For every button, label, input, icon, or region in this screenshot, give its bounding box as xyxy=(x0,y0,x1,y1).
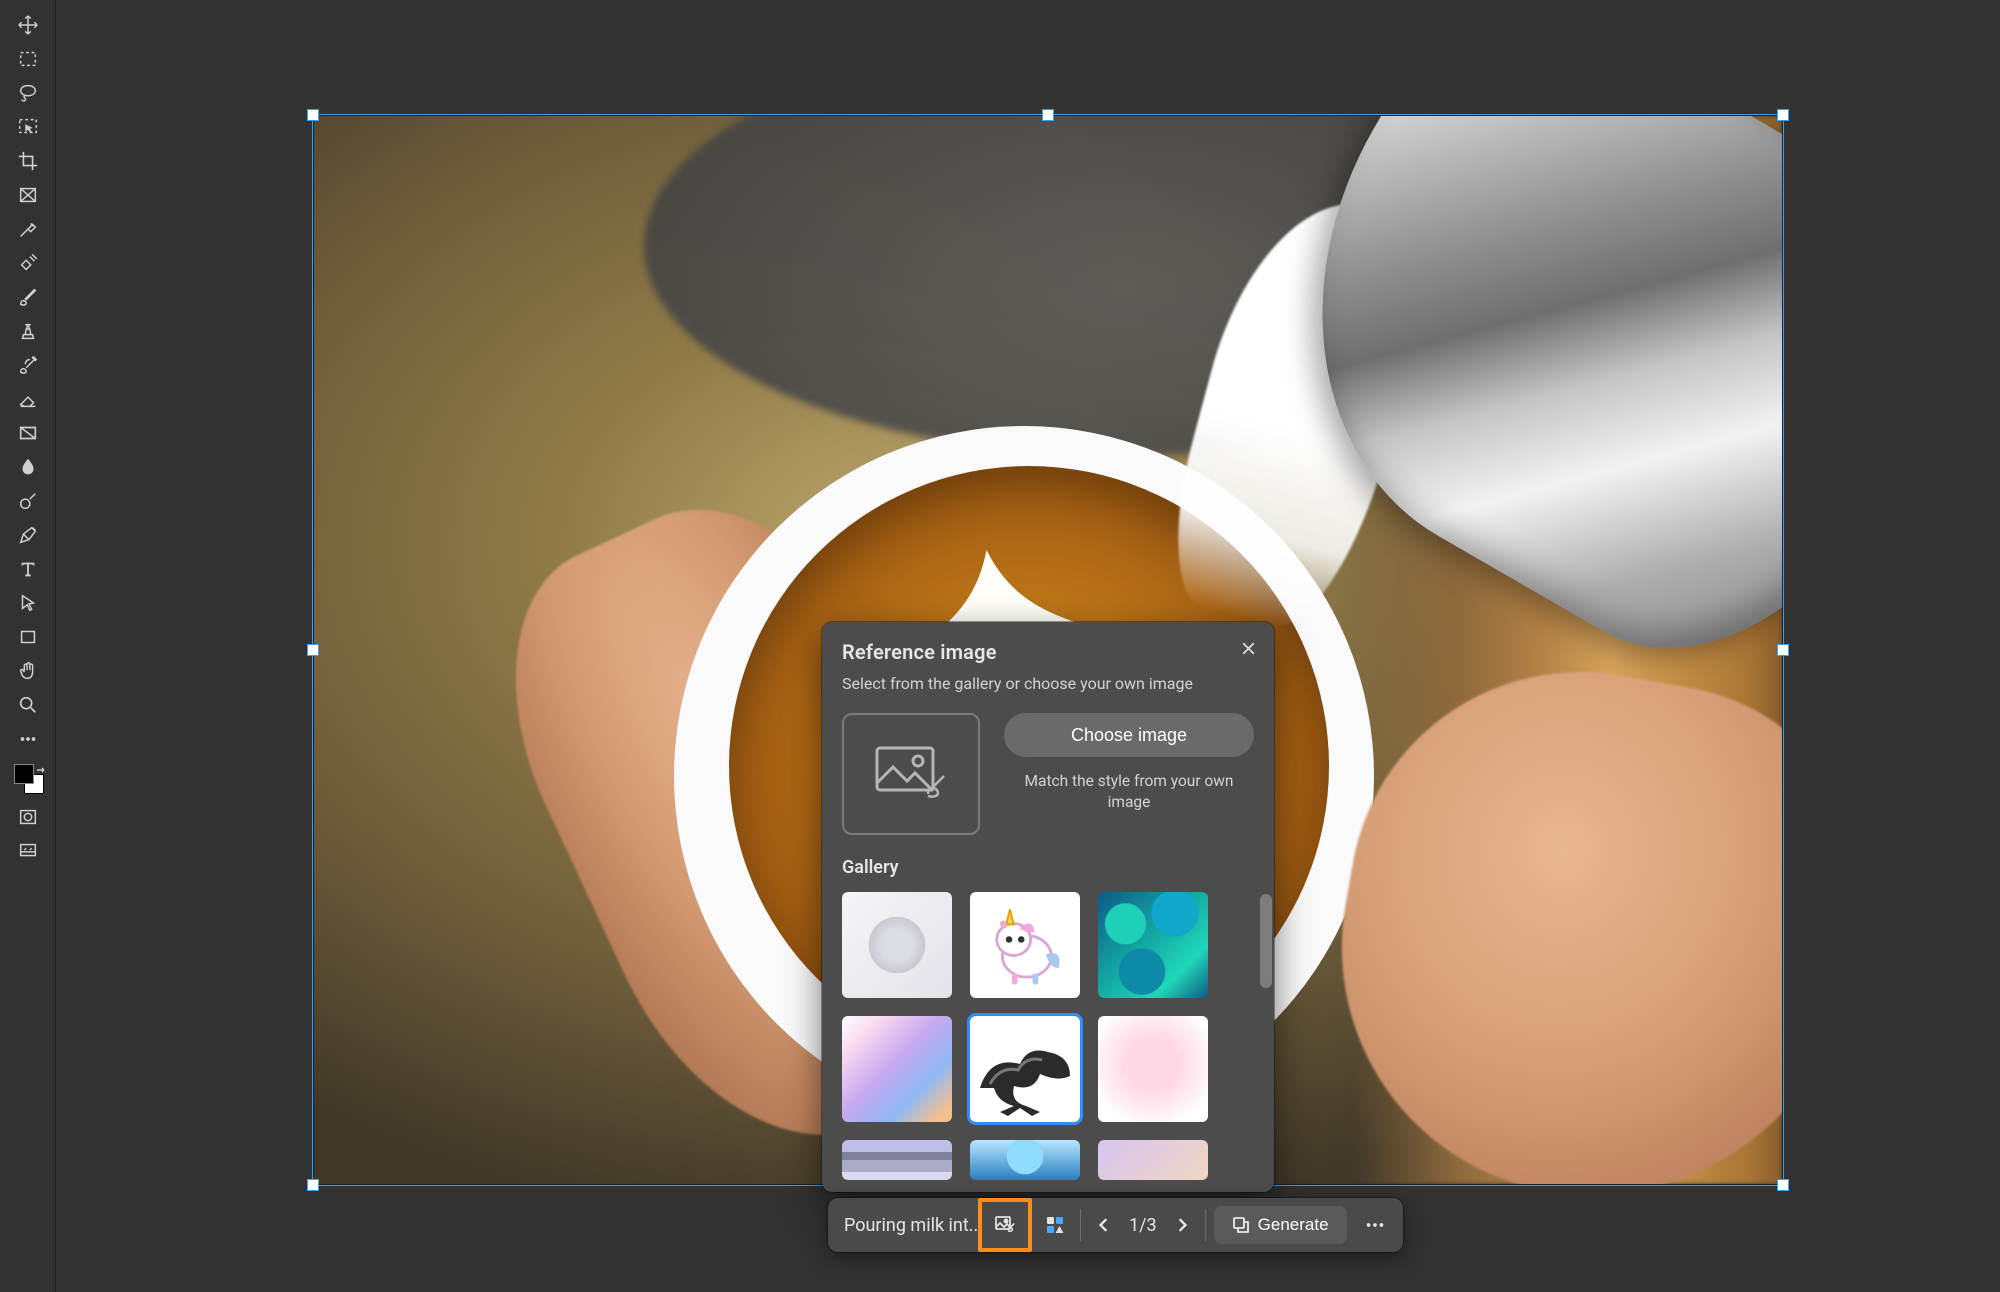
shape-tool[interactable] xyxy=(6,620,50,654)
close-button[interactable] xyxy=(1234,634,1262,662)
eyedropper-tool[interactable] xyxy=(6,212,50,246)
gallery-thumb[interactable] xyxy=(842,1140,952,1180)
more-options-button[interactable] xyxy=(1353,1205,1397,1245)
gradient-tool[interactable] xyxy=(6,416,50,450)
prev-result-button[interactable] xyxy=(1089,1205,1119,1245)
separator xyxy=(1080,1209,1081,1241)
gallery-thumb[interactable] xyxy=(1098,1016,1208,1122)
gallery-thumb[interactable] xyxy=(1098,1140,1208,1180)
gallery-thumb[interactable] xyxy=(970,1140,1080,1180)
zoom-tool[interactable] xyxy=(6,688,50,722)
gallery-thumb[interactable] xyxy=(842,1016,952,1122)
reference-image-button[interactable] xyxy=(982,1202,1028,1248)
brush-tool[interactable] xyxy=(6,280,50,314)
left-toolbar xyxy=(0,0,56,1292)
separator xyxy=(1205,1209,1206,1241)
move-tool[interactable] xyxy=(6,8,50,42)
choose-image-button[interactable]: Choose image xyxy=(1004,713,1254,757)
gallery-label: Gallery xyxy=(842,857,1254,878)
style-options-button[interactable] xyxy=(1032,1202,1078,1248)
crop-tool[interactable] xyxy=(6,144,50,178)
healing-brush-tool[interactable] xyxy=(6,246,50,280)
match-style-text: Match the style from your own image xyxy=(1004,771,1254,813)
popover-subtitle: Select from the gallery or choose your o… xyxy=(842,674,1254,693)
path-select-tool[interactable] xyxy=(6,586,50,620)
hand-tool[interactable] xyxy=(6,654,50,688)
clone-stamp-tool[interactable] xyxy=(6,314,50,348)
lasso-tool[interactable] xyxy=(6,76,50,110)
frame-tool[interactable] xyxy=(6,178,50,212)
edit-toolbar[interactable] xyxy=(6,722,50,756)
dodge-tool[interactable] xyxy=(6,484,50,518)
eraser-tool[interactable] xyxy=(6,382,50,416)
gallery-thumb[interactable] xyxy=(1098,892,1208,998)
gallery-thumb[interactable] xyxy=(970,1016,1080,1122)
gallery-thumb[interactable] xyxy=(970,892,1080,998)
type-tool[interactable] xyxy=(6,552,50,586)
popover-title: Reference image xyxy=(842,640,1254,664)
object-select-tool[interactable] xyxy=(6,110,50,144)
reference-dropzone[interactable] xyxy=(842,713,980,835)
history-brush-tool[interactable] xyxy=(6,348,50,382)
blur-tool[interactable] xyxy=(6,450,50,484)
generate-button-label: Generate xyxy=(1258,1215,1329,1235)
pen-tool[interactable] xyxy=(6,518,50,552)
gallery-scrollbar[interactable] xyxy=(1260,894,1272,988)
result-pager: 1/3 xyxy=(1083,1205,1203,1245)
gallery-grid xyxy=(842,892,1254,1180)
prompt-input[interactable]: Pouring milk int... xyxy=(828,1198,978,1252)
color-swatches[interactable] xyxy=(6,760,50,800)
reference-image-popover: Reference image Select from the gallery … xyxy=(822,622,1274,1192)
rect-marquee-tool[interactable] xyxy=(6,42,50,76)
screen-mode-tool[interactable] xyxy=(6,834,50,868)
foreground-swatch[interactable] xyxy=(14,764,34,784)
canvas-area: Reference image Select from the gallery … xyxy=(56,0,2000,1292)
generate-button[interactable]: Generate xyxy=(1214,1206,1347,1244)
quick-mask-tool[interactable] xyxy=(6,800,50,834)
swap-colors-icon[interactable] xyxy=(35,762,47,774)
page-indicator: 1/3 xyxy=(1125,1215,1161,1236)
generative-taskbar: Pouring milk int... xyxy=(828,1198,1403,1252)
gallery-thumb[interactable] xyxy=(842,892,952,998)
next-result-button[interactable] xyxy=(1167,1205,1197,1245)
